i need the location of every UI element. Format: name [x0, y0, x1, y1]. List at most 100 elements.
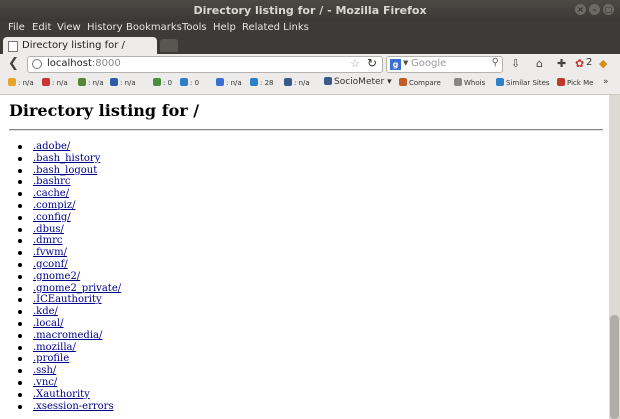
- list-item: .config/: [17, 212, 121, 224]
- directory-entry-link[interactable]: .dbus/: [33, 224, 64, 235]
- extension-icon[interactable]: ✚: [557, 57, 566, 70]
- directory-entry-link[interactable]: .bashrc: [33, 176, 71, 187]
- google-engine-icon[interactable]: g: [390, 59, 401, 70]
- bookmark-star-icon[interactable]: ☆: [350, 57, 360, 70]
- download-icon[interactable]: ⇩: [511, 57, 520, 70]
- page-icon: [8, 41, 18, 52]
- list-item: .bash_logout: [17, 165, 121, 177]
- bookmark-compare[interactable]: Compare: [399, 78, 441, 87]
- vertical-scrollbar[interactable]: [609, 95, 620, 419]
- back-arrow-icon[interactable]: ❮: [8, 56, 19, 71]
- bookmark-similar-sites[interactable]: Similar Sites: [496, 78, 550, 87]
- greasemonkey-icon[interactable]: ✿: [575, 57, 584, 70]
- bookmark-whois[interactable]: Whois: [454, 78, 485, 87]
- search-bar[interactable]: g ▼ Google ⚲: [386, 56, 503, 73]
- reload-icon[interactable]: ↻: [367, 56, 377, 70]
- search-input[interactable]: Google: [411, 58, 446, 69]
- globe-icon: [32, 59, 42, 69]
- list-item: .compiz/: [17, 200, 121, 212]
- directory-entry-link[interactable]: .cache/: [33, 188, 69, 199]
- menu-related-links[interactable]: Related Links: [242, 22, 309, 33]
- badge-count[interactable]: 2: [586, 57, 592, 68]
- directory-entry-link[interactable]: .config/: [33, 212, 71, 223]
- list-item: .gnome2/: [17, 271, 121, 283]
- menu-bar: File Edit View History Bookmarks Tools H…: [0, 21, 620, 36]
- window-title: Directory listing for / - Mozilla Firefo…: [193, 4, 427, 17]
- addon-icon[interactable]: ◆: [599, 57, 607, 70]
- list-item: .mozilla/: [17, 342, 121, 354]
- directory-entry-link[interactable]: .adobe/: [33, 141, 70, 152]
- pagerank-icon: [8, 78, 16, 86]
- directory-entry-link[interactable]: .xsession-errors: [33, 401, 114, 412]
- search-icon[interactable]: ⚲: [492, 57, 499, 68]
- scrollbar-thumb[interactable]: [610, 315, 619, 419]
- url-bar[interactable]: localhost:8000 ☆ ↻: [27, 56, 383, 73]
- directory-entry-link[interactable]: .Xauthority: [33, 389, 90, 400]
- new-tab-button[interactable]: [160, 39, 178, 52]
- url-host: localhost: [47, 58, 92, 69]
- directory-entry-link[interactable]: .gnome2/: [33, 271, 80, 282]
- tab-directory-listing[interactable]: Directory listing for /: [3, 37, 157, 54]
- directory-listing: .adobe/.bash_history .bash_logout .bashrc.…: [9, 141, 121, 412]
- menu-bookmarks[interactable]: Bookmarks: [126, 22, 182, 33]
- directory-entry-link[interactable]: .gnome2_private/: [33, 283, 121, 294]
- bookmark-compete[interactable]: : n/a: [78, 78, 104, 87]
- bookmark-yahoo[interactable]: : n/a: [216, 78, 242, 87]
- directory-entry-link[interactable]: .ICEauthority: [33, 294, 102, 305]
- directory-entry-link[interactable]: .local/: [33, 318, 64, 329]
- directory-entry-link[interactable]: .bash_history: [33, 153, 100, 164]
- directory-entry-link[interactable]: .kde/: [33, 306, 58, 317]
- directory-entry-link[interactable]: .fvwm/: [33, 247, 67, 258]
- directory-entry-link[interactable]: .profile: [33, 353, 69, 364]
- list-item: .vnc/: [17, 377, 121, 389]
- bookmark-pagerank[interactable]: : n/a: [8, 78, 34, 87]
- firefox-window: × – □ Directory listing for / - Mozilla …: [0, 0, 620, 419]
- list-item: .ICEauthority: [17, 294, 121, 306]
- menu-edit[interactable]: Edit: [32, 22, 51, 33]
- bookmark-pick-me[interactable]: Pick Me: [557, 78, 594, 87]
- menu-view[interactable]: View: [57, 22, 81, 33]
- directory-entry-link[interactable]: .dmrc: [33, 235, 62, 246]
- bookmark-sociometer[interactable]: SocioMeter ▾: [324, 77, 392, 87]
- page-content: Directory listing for / .adobe/.bash_his…: [0, 95, 609, 419]
- directory-entry-link[interactable]: .mozilla/: [33, 342, 76, 353]
- bookmark-google-index[interactable]: : 0: [153, 78, 172, 87]
- bookmarks-toolbar: : n/a : n/a : n/a : n/a : 0 : 0 : n/a : …: [0, 74, 620, 95]
- list-item: .dbus/: [17, 224, 121, 236]
- list-item: .profile: [17, 353, 121, 365]
- bookmark-alexa-rank[interactable]: : n/a: [110, 78, 136, 87]
- menu-file[interactable]: File: [8, 22, 25, 33]
- compare-icon: [399, 78, 407, 86]
- yahoo-icon: [216, 78, 224, 86]
- directory-entry-link[interactable]: .gconf/: [33, 259, 68, 270]
- url-text: localhost:8000: [47, 58, 121, 69]
- home-icon[interactable]: ⌂: [536, 57, 543, 70]
- google-icon: [153, 78, 161, 86]
- page-heading: Directory listing for /: [9, 101, 200, 120]
- tab-label: Directory listing for /: [22, 40, 125, 51]
- directory-entry-link[interactable]: .compiz/: [33, 200, 76, 211]
- list-item: .gnome2_private/: [17, 283, 121, 295]
- whois-icon: [454, 78, 462, 86]
- list-item: .xsession-errors: [17, 401, 121, 413]
- menu-tools[interactable]: Tools: [182, 22, 207, 33]
- backlinks-icon: [250, 78, 258, 86]
- directory-entry-link[interactable]: .vnc/: [33, 377, 57, 388]
- list-item: .ssh/: [17, 365, 121, 377]
- directory-entry-link[interactable]: .macromedia/: [33, 330, 102, 341]
- menu-history[interactable]: History: [87, 22, 123, 33]
- navigation-bar: ❮ localhost:8000 ☆ ↻ g ▼ Google ⚲ ⇩ ⌂ ✚ …: [0, 54, 620, 74]
- directory-entry-link[interactable]: .ssh/: [33, 365, 56, 376]
- engine-dropdown-icon[interactable]: ▼: [403, 59, 408, 67]
- bookmark-dmoz[interactable]: : n/a: [284, 78, 310, 87]
- alexa-icon: [42, 78, 50, 86]
- bookmark-bing-index[interactable]: : 0: [180, 78, 199, 87]
- bookmark-alexa[interactable]: : n/a: [42, 78, 68, 87]
- url-port: :8000: [91, 58, 121, 69]
- list-item: .adobe/: [17, 141, 121, 153]
- directory-entry-link[interactable]: .bash_logout: [33, 165, 97, 176]
- menu-help[interactable]: Help: [213, 22, 236, 33]
- bookmark-backlinks[interactable]: : 28: [250, 78, 274, 87]
- list-item: .bash_history: [17, 153, 121, 165]
- overflow-chevron-icon[interactable]: »: [603, 77, 609, 87]
